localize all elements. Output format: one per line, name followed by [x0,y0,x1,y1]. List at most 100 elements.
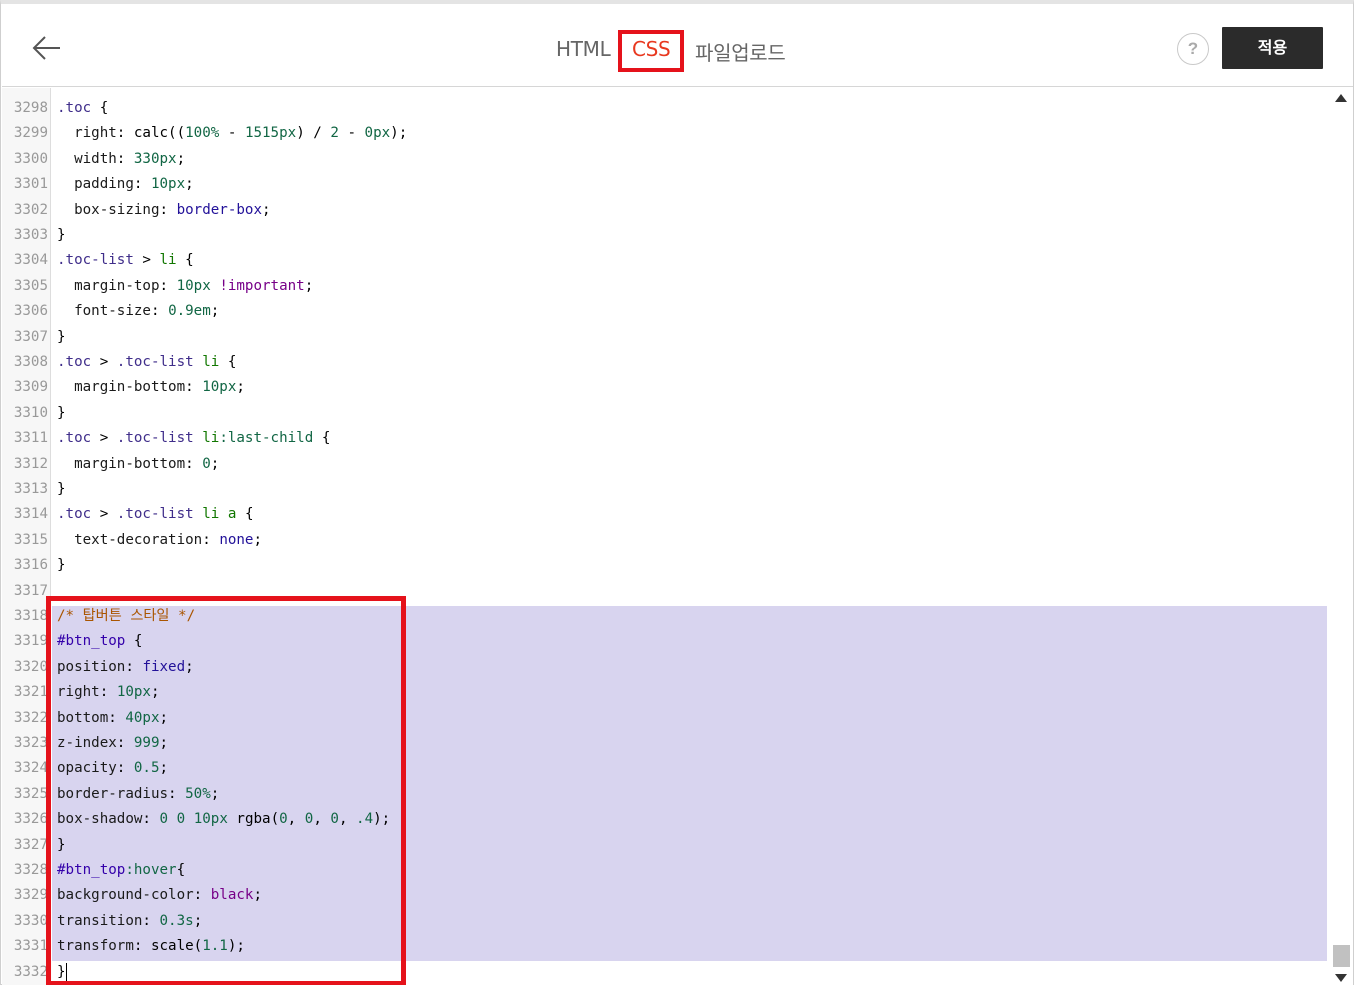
code-line[interactable]: 3298 .toc { [2,96,1330,121]
code-token: 0.3s [159,912,194,929]
line-number: 3309 [13,379,48,396]
apply-button[interactable]: 적용 [1222,27,1323,69]
code-line[interactable]: 3300 width: 330px; [2,147,1330,172]
code-line[interactable]: 3326 box-shadow: 0 0 10px rgba(0, 0, 0, .… [2,807,1330,832]
scroll-up-arrow-icon[interactable] [1335,94,1347,102]
code-line[interactable]: 3320 position: fixed; [2,655,1330,680]
code-token: 0 [159,811,169,828]
code-line[interactable]: 3325 border-radius: 50%; [2,782,1330,807]
code-line[interactable]: 3318 /* 탑버튼 스타일 */ [2,604,1330,629]
tab-html[interactable]: HTML [556,37,611,61]
code-token: { [91,100,109,116]
line-number: 3323 [13,735,48,751]
code-line[interactable]: 3315 text-decoration: none; [2,528,1330,553]
code-token: : [159,277,177,294]
code-token: border-radius [57,785,169,802]
code-line[interactable]: 3307} [2,325,1330,350]
code-line[interactable]: 3311 .toc > .toc-list li:last-child { [2,426,1330,451]
code-line[interactable]: 3322 bottom: 40px; [2,706,1330,731]
code-token: - [338,125,365,142]
vertical-scrollbar[interactable] [1330,88,1353,985]
code-token: margin-top [57,277,160,294]
code-token: : calc(( [116,125,186,142]
line-number: 3331 [13,938,48,955]
line-number: 3322 [13,709,48,726]
code-token: : [125,658,143,675]
scroll-thumb[interactable] [1333,945,1350,967]
code-line[interactable]: 3310} [2,401,1330,426]
scroll-down-arrow-icon[interactable] [1335,974,1347,982]
code-token: : [168,785,186,802]
code-token: transition [57,912,143,929]
line-number: 3310 [13,404,48,421]
line-number: 3302 [13,201,48,218]
code-token: ; [236,379,245,396]
code-line[interactable]: 3332} [2,960,1330,985]
code-line[interactable]: 3317 [2,579,1330,604]
help-button[interactable]: ? [1177,33,1209,65]
line-number: 3321 [13,684,48,701]
code-line[interactable]: 3329 background-color: black; [2,883,1330,908]
code-token: : scale( [133,938,203,955]
line-number: 3306 [13,303,48,320]
code-text: .toc > .toc-list li:last-child { [57,426,330,451]
code-line[interactable]: 3309 margin-bottom: 10px; [2,375,1330,400]
code-token: right [57,684,100,701]
code-line[interactable]: 3323 z-index: 999; [2,731,1330,756]
code-token: text-decoration [57,531,203,548]
code-token: ; [193,912,203,929]
code-line[interactable]: 3305 margin-top: 10px !important; [2,274,1330,299]
line-number: 3305 [13,277,48,294]
code-token: } [57,328,66,345]
code-token: ); [227,938,245,955]
code-token: > [91,430,117,447]
code-token: #btn_top [57,633,126,650]
code-token: 100% [185,125,220,142]
code-line[interactable]: 3303} [2,223,1330,248]
code-line[interactable]: 3330 transition: 0.3s; [2,909,1330,934]
code-line[interactable]: 3324 opacity: 0.5; [2,756,1330,781]
code-token: border-box [176,201,263,218]
line-number: 3300 [13,150,48,167]
code-line[interactable]: 3331 transform: scale(1.1); [2,934,1330,959]
code-line[interactable]: 3328 #btn_top:hover{ [2,858,1330,883]
code-token: li [159,252,177,269]
code-line[interactable]: 3299 right: calc((100% - 1515px) / 2 - 0… [2,121,1330,146]
code-token: { [176,252,194,269]
code-line[interactable]: 3308 .toc > .toc-list li { [2,350,1330,375]
code-line[interactable]: 3312 margin-bottom: 0; [2,452,1330,477]
code-text: margin-bottom: 10px; [57,375,245,400]
tab-file-upload[interactable]: 파일업로드 [695,37,786,66]
line-number: 3317 [13,582,48,599]
code-text: width: 330px; [57,147,185,172]
code-line[interactable]: 3319 #btn_top { [2,629,1330,654]
code-token: { [125,633,143,650]
code-token: : [108,709,126,726]
code-line[interactable]: 3321 right: 10px; [2,680,1330,705]
code-token: padding [57,176,134,193]
code-token: ); [390,125,408,142]
code-line[interactable]: 3306 font-size: 0.9em; [2,299,1330,324]
code-token: > [91,506,117,523]
line-number: 3299 [13,125,48,142]
code-token: > [133,252,160,269]
code-text: /* 탑버튼 스타일 */ [57,604,195,629]
code-line[interactable]: 3314 .toc > .toc-list li a { [2,502,1330,527]
code-line[interactable]: 3302 box-sizing: border-box; [2,198,1330,223]
code-token: ; [159,735,169,751]
code-text: transform: scale(1.1); [57,934,245,959]
code-token: ; [210,303,220,320]
code-line[interactable]: 3327} [2,833,1330,858]
css-code-editor[interactable]: 3298 .toc {3299 right: calc((100% - 1515p… [2,88,1330,985]
code-line[interactable]: 3313} [2,477,1330,502]
code-line[interactable]: 3304 .toc-list > li { [2,248,1330,273]
code-token: ; [185,176,194,193]
code-line[interactable]: 3316} [2,553,1330,578]
line-number: 3298 [13,100,48,116]
code-text: font-size: 0.9em; [57,299,219,324]
code-line[interactable]: 3301 padding: 10px; [2,172,1330,197]
code-text: } [57,325,66,350]
